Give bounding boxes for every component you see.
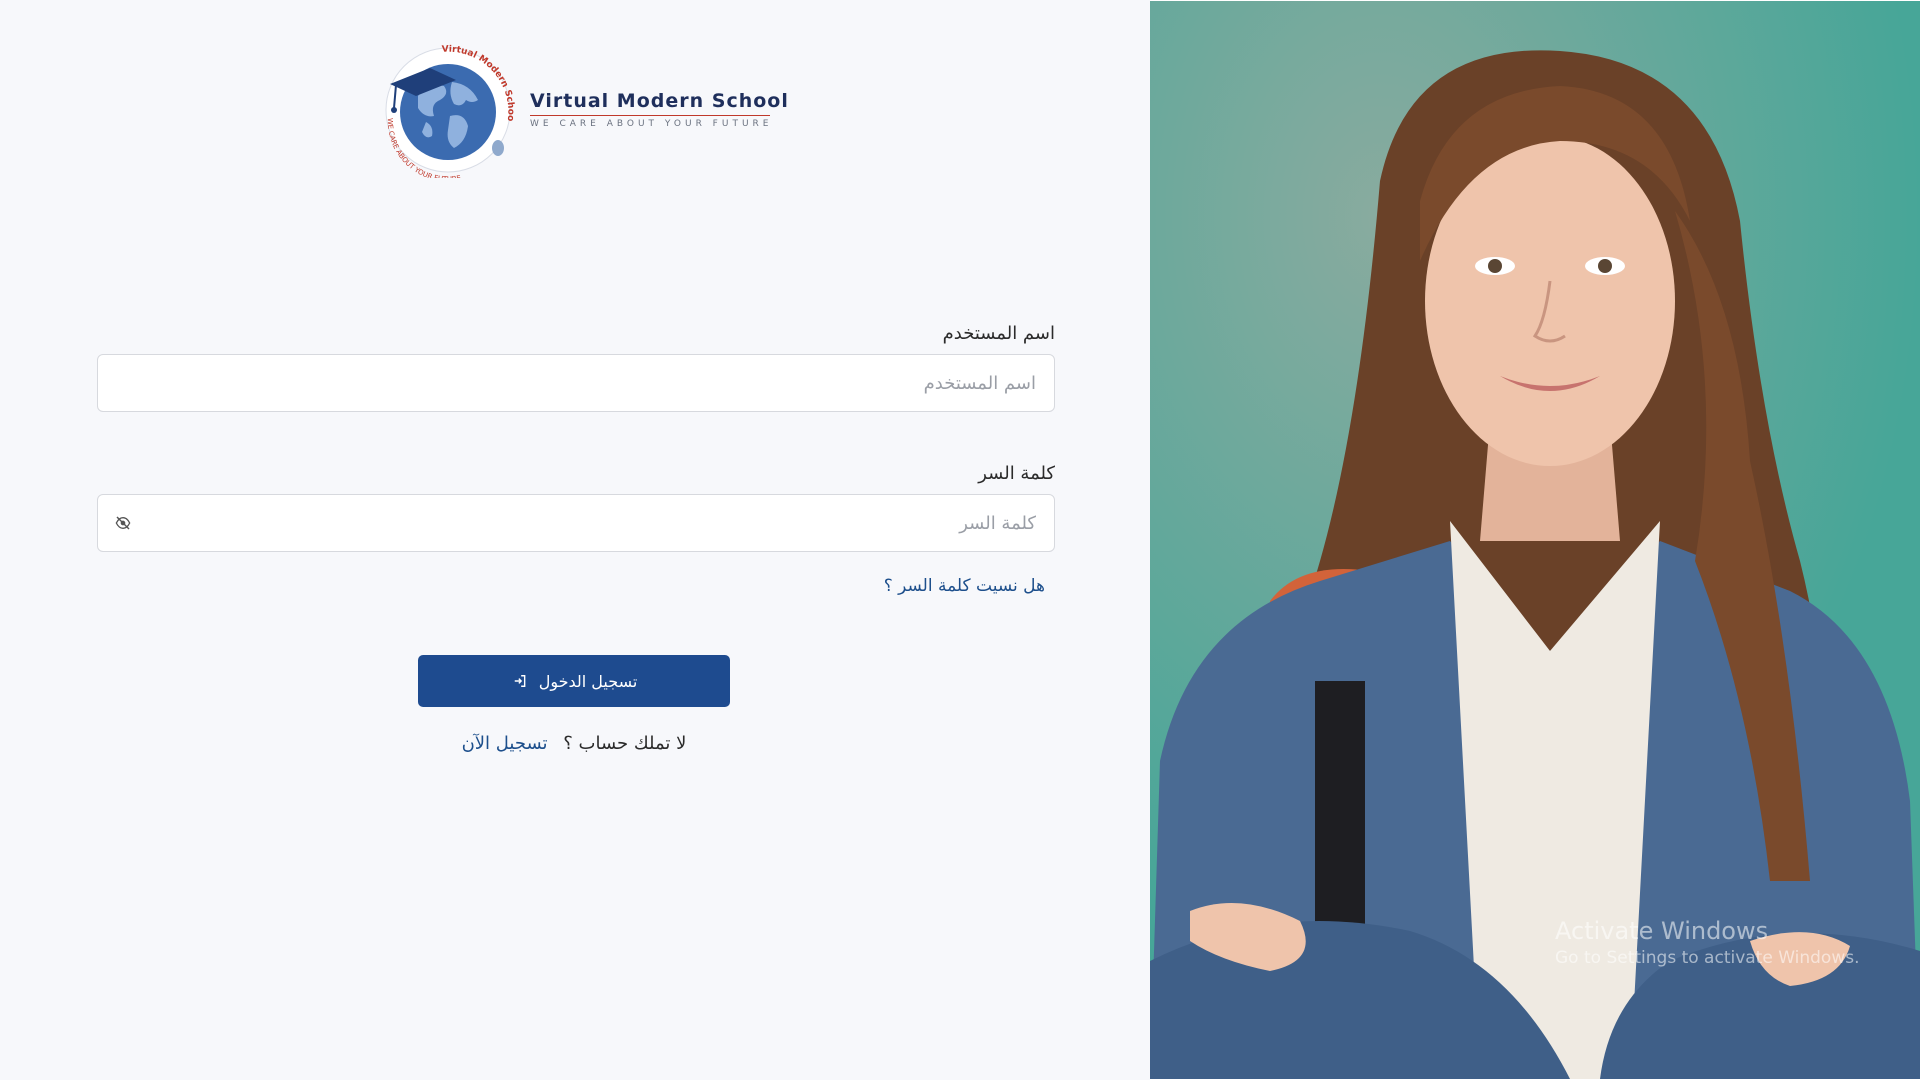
signup-row: لا تملك حساب ؟ تسجيل الآن — [95, 733, 1053, 754]
forgot-password-link[interactable]: هل نسيت كلمة السر ؟ — [95, 576, 1045, 596]
username-label: اسم المستخدم — [942, 323, 1055, 344]
username-input-wrapper — [97, 354, 1055, 412]
signup-link[interactable]: تسجيل الآن — [462, 733, 548, 754]
password-label: كلمة السر — [978, 463, 1055, 484]
login-panel: Virtual Modern School WE CARE ABOUT YOUR… — [0, 0, 1150, 1080]
login-button[interactable]: تسجيل الدخول — [418, 655, 730, 707]
logo-tagline: WE CARE ABOUT YOUR FUTURE — [530, 119, 773, 129]
school-logo: Virtual Modern School WE CARE ABOUT YOUR… — [378, 38, 789, 178]
activate-windows-watermark: Activate Windows Go to Settings to activ… — [1555, 916, 1860, 970]
login-form: اسم المستخدم كلمة السر — [95, 322, 1055, 754]
login-page: Virtual Modern School WE CARE ABOUT YOUR… — [0, 0, 1920, 1080]
logo-divider — [530, 115, 770, 116]
eye-slash-icon[interactable] — [112, 512, 134, 534]
watermark-title: Activate Windows — [1555, 917, 1769, 945]
logo-wordmark: Virtual Modern School WE CARE ABOUT YOUR… — [530, 90, 789, 129]
logo-title: Virtual Modern School — [530, 90, 789, 112]
username-input[interactable] — [98, 355, 1054, 411]
password-input[interactable] — [98, 495, 1054, 551]
login-button-label: تسجيل الدخول — [538, 671, 638, 691]
signup-prompt: لا تملك حساب ؟ — [563, 733, 687, 754]
watermark-subtitle: Go to Settings to activate Windows. — [1555, 948, 1860, 968]
password-input-wrapper — [97, 494, 1055, 552]
username-field-group: اسم المستخدم — [95, 322, 1055, 412]
globe-logo-icon: Virtual Modern School WE CARE ABOUT YOUR… — [378, 38, 515, 178]
sign-in-icon — [511, 672, 529, 690]
password-field-group: كلمة السر — [95, 462, 1055, 552]
